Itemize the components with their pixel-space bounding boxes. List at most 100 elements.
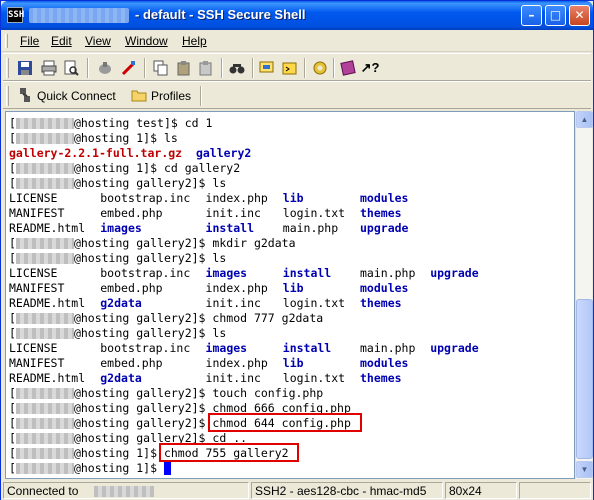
ls-entry: LICENSE: [9, 191, 58, 205]
save-icon[interactable]: [15, 58, 35, 78]
ls-entry: lib: [282, 356, 304, 370]
toolbar-separator: [221, 58, 223, 78]
shell-command: ls: [212, 176, 227, 190]
shell-prompt: @hosting 1]$: [73, 131, 164, 145]
shell-prompt: @hosting gallery2]$: [73, 176, 213, 190]
terminal-app-icon: SSH: [7, 7, 24, 23]
copy-icon[interactable]: [151, 58, 171, 78]
menu-window[interactable]: Window: [125, 34, 168, 48]
shell-prompt: @hosting gallery2]$: [73, 236, 213, 250]
redacted-username: [15, 403, 74, 414]
scroll-thumb[interactable]: [576, 299, 593, 459]
shell-prompt: @hosting gallery2]$: [73, 326, 213, 340]
status-bar: Connected to SSH2 - aes128-cbc - hmac-md…: [1, 481, 593, 500]
connection-status-text: Connected to: [7, 484, 79, 498]
ls-entry: embed.php: [100, 356, 163, 370]
connection-toolbar: Quick Connect Profiles: [3, 81, 591, 109]
print-icon[interactable]: [39, 58, 59, 78]
terminal-command-line: [@hosting gallery2]$ chmod 777 g2data: [9, 311, 324, 325]
toolbar-separator: [252, 58, 254, 78]
profiles-button[interactable]: Profiles: [131, 85, 191, 107]
ls-entry: images: [205, 341, 248, 355]
encryption-status: SSH2 - aes128-cbc - hmac-md5: [251, 482, 443, 499]
settings-icon[interactable]: [310, 58, 330, 78]
shell-command: mkdir g2data: [212, 236, 296, 250]
terminal-command-line: [@hosting test]$ cd 1: [9, 116, 213, 130]
vertical-scrollbar[interactable]: ▲ ▼: [575, 111, 593, 479]
profile-book-icon[interactable]: [338, 58, 358, 78]
ls-entry: README.html: [9, 296, 86, 310]
redacted-username: [15, 418, 74, 429]
redacted-username: [15, 328, 74, 339]
menu-view[interactable]: View: [85, 34, 111, 48]
redacted-username: [15, 463, 74, 474]
terminal-size: 80x24: [445, 482, 517, 499]
redacted-username: [15, 388, 74, 399]
ls-entry: LICENSE: [9, 266, 58, 280]
terminal-command-line: [@hosting gallery2]$ touch config.php: [9, 386, 324, 400]
ls-entry: modules: [360, 191, 409, 205]
toolbar-separator: [87, 58, 89, 78]
ls-entry: upgrade: [360, 221, 409, 235]
menu-file[interactable]: File: [20, 34, 39, 48]
highlight-box: [158, 443, 299, 462]
terminal-command-line: [@hosting 1]$ ls: [9, 131, 178, 145]
paste-doc-icon[interactable]: [196, 58, 216, 78]
ls-entry: login.txt: [282, 371, 346, 385]
menu-help[interactable]: Help: [182, 34, 207, 48]
ls-entry: gallery2: [195, 146, 252, 160]
ls-entry: main.php: [360, 266, 416, 280]
paste-icon[interactable]: [174, 58, 194, 78]
connection-status: Connected to: [3, 482, 249, 499]
print-preview-icon[interactable]: [61, 58, 81, 78]
ls-entry: images: [100, 221, 142, 235]
ls-entry: login.txt: [282, 206, 346, 220]
text-cursor: [163, 462, 171, 475]
toolbar-grip: [6, 86, 9, 106]
redacted-username: [15, 118, 74, 129]
help-icon[interactable]: ↗?: [360, 58, 380, 78]
ls-entry: login.txt: [282, 296, 346, 310]
quick-connect-label: Quick Connect: [37, 89, 116, 103]
find-icon[interactable]: [227, 58, 247, 78]
ls-entry: install: [282, 341, 332, 355]
shell-command: chmod 777 g2data: [212, 311, 324, 325]
minimize-button[interactable]: –: [521, 5, 542, 26]
shell-prompt: @hosting gallery2]$: [73, 416, 213, 430]
redacted-username: [15, 238, 74, 249]
disconnect-icon[interactable]: [95, 58, 115, 78]
ls-entry: g2data: [100, 296, 142, 310]
shell-prompt: @hosting 1]$: [73, 446, 164, 460]
redacted-username: [15, 178, 74, 189]
ls-entry: bootstrap.inc: [100, 266, 191, 280]
ls-entry: install: [282, 266, 332, 280]
scroll-up-button[interactable]: ▲: [576, 111, 593, 128]
redacted-host: [93, 486, 154, 498]
terminal-command-line: [@hosting gallery2]$ ls: [9, 251, 227, 265]
ls-entry: index.php: [205, 356, 268, 370]
redacted-username: [15, 433, 74, 444]
ls-entry: MANIFEST: [9, 281, 65, 295]
toolbar-separator: [304, 58, 306, 78]
toolbar-grip: [6, 58, 9, 78]
menu-edit[interactable]: Edit: [51, 34, 72, 48]
ls-entry: README.html: [9, 221, 86, 235]
new-terminal-icon[interactable]: [280, 58, 300, 78]
maximize-button[interactable]: □: [545, 5, 566, 26]
title-bar[interactable]: SSH - default - SSH Secure Shell – □ ✕: [1, 1, 593, 30]
terminal-output[interactable]: [@hosting test]$ cd 1[@hosting 1]$ ls gal…: [5, 111, 575, 479]
close-button[interactable]: ✕: [569, 5, 590, 26]
ls-entry: themes: [360, 371, 402, 385]
file-transfer-icon[interactable]: [257, 58, 277, 78]
ls-entry: upgrade: [430, 341, 479, 355]
scroll-down-button[interactable]: ▼: [576, 461, 593, 478]
toolbar-separator: [200, 86, 202, 106]
terminal-command-line: [@hosting gallery2]$ mkdir g2data: [9, 236, 296, 250]
shell-command: touch config.php: [212, 386, 324, 400]
toolbar-separator: [333, 58, 335, 78]
redacted-username: [15, 133, 74, 144]
ls-entry: LICENSE: [9, 341, 58, 355]
edit-icon[interactable]: [119, 58, 139, 78]
quick-connect-button[interactable]: Quick Connect: [17, 85, 116, 107]
redacted-username: [15, 448, 74, 459]
